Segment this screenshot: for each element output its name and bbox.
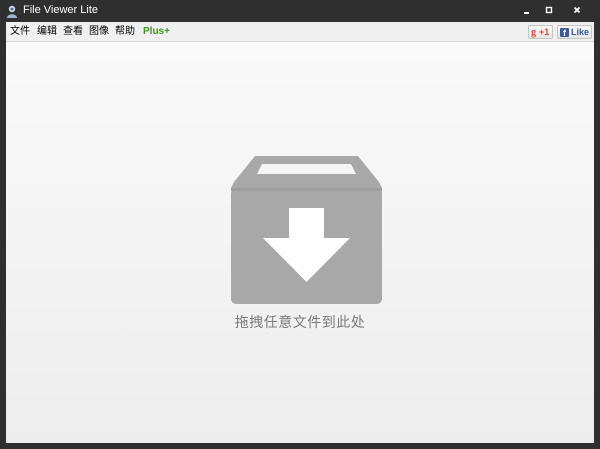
close-button[interactable] <box>564 1 590 19</box>
app-logo-icon <box>6 4 18 18</box>
minimize-icon <box>524 12 529 14</box>
menu-plus[interactable]: Plus+ <box>143 25 170 38</box>
google-plus-count: +1 <box>539 27 550 37</box>
close-icon <box>573 6 581 14</box>
google-plus-icon: g <box>531 26 536 38</box>
menu-view[interactable]: 查看 <box>63 25 83 38</box>
maximize-icon <box>545 6 553 14</box>
facebook-icon: f <box>560 27 569 38</box>
facebook-like-label: Like <box>571 27 590 37</box>
drop-area[interactable]: 拖拽任意文件到此处 <box>6 42 594 443</box>
maximize-button[interactable] <box>536 1 562 19</box>
menu-help[interactable]: 帮助 <box>115 25 135 38</box>
window-title: File Viewer Lite <box>23 4 98 16</box>
title-bar[interactable]: File Viewer Lite <box>0 0 600 22</box>
drop-hint-text: 拖拽任意文件到此处 <box>234 315 366 331</box>
facebook-like-button[interactable]: f Like <box>557 25 592 39</box>
menu-bar: 文件 编辑 查看 图像 帮助 Plus+ <box>6 22 594 42</box>
google-plus-one-button[interactable]: g +1 <box>528 25 553 39</box>
menu-file[interactable]: 文件 <box>10 25 30 38</box>
box-download-icon <box>231 152 382 304</box>
menu-edit[interactable]: 编辑 <box>37 25 57 38</box>
menu-image[interactable]: 图像 <box>89 25 109 38</box>
